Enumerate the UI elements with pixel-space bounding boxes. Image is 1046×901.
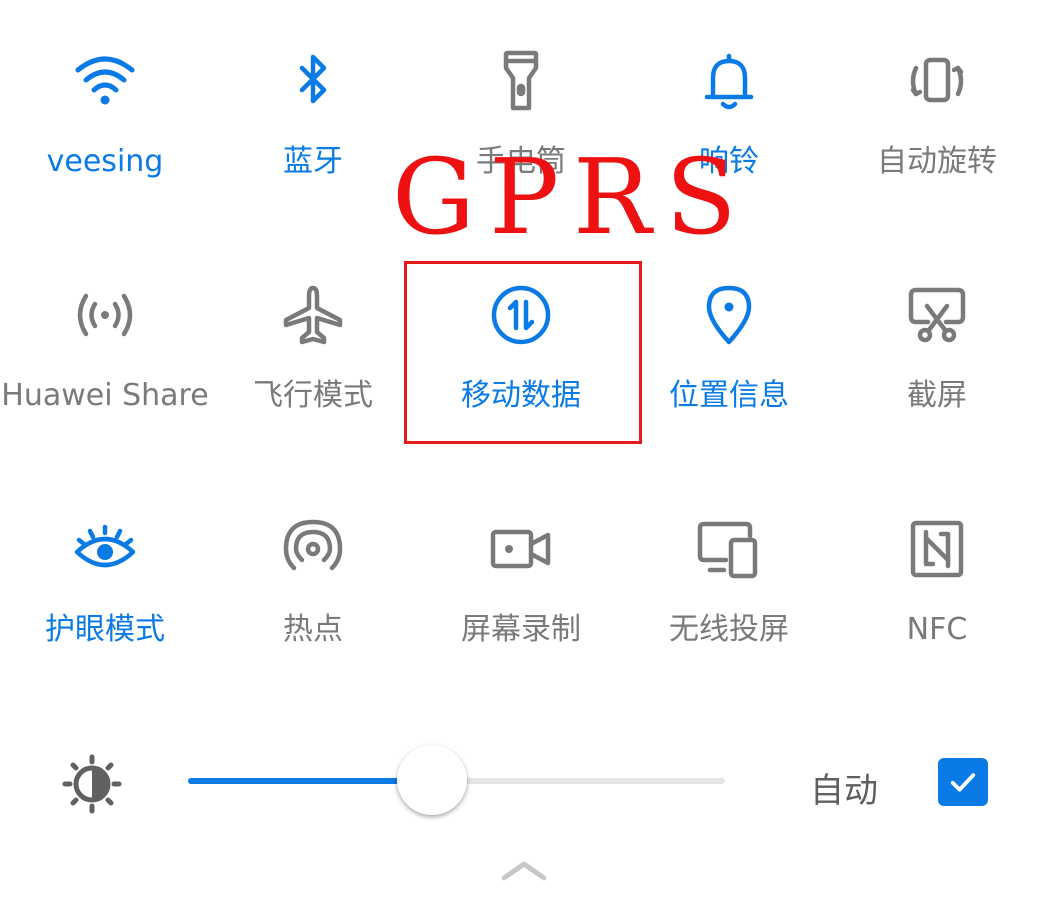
screen-record-icon	[486, 514, 556, 584]
wireless-projection-icon	[694, 514, 764, 584]
huawei-share-icon	[70, 280, 140, 350]
tile-label: 自动旋转	[877, 144, 997, 179]
tile-location[interactable]: 位置信息	[625, 280, 833, 460]
checkmark-icon	[950, 773, 976, 792]
nfc-icon	[902, 514, 972, 584]
tile-label: 护眼模式	[45, 612, 165, 647]
auto-brightness-label: 自动	[810, 771, 878, 811]
auto-brightness-checkbox[interactable]	[938, 758, 988, 806]
tile-label: 热点	[283, 612, 343, 647]
tile-label: 飞行模式	[253, 378, 373, 413]
bell-icon	[694, 46, 764, 116]
highlight-box	[404, 261, 642, 444]
airplane-icon	[278, 280, 348, 350]
tile-label: 屏幕录制	[461, 612, 581, 647]
flashlight-icon	[486, 46, 556, 116]
gprs-annotation: GPRS	[392, 136, 751, 258]
tile-auto-rotate[interactable]: 自动旋转	[833, 46, 1041, 226]
tile-label: veesing	[46, 144, 164, 179]
auto-rotate-icon	[902, 46, 972, 116]
tile-label: 蓝牙	[283, 144, 343, 179]
tile-label: 位置信息	[669, 378, 789, 413]
tile-huawei-share[interactable]: Huawei Share	[1, 280, 209, 460]
brightness-slider-thumb[interactable]	[397, 745, 468, 815]
brightness-slider-fill	[188, 778, 433, 784]
tile-wifi[interactable]: veesing	[1, 46, 209, 226]
wifi-icon	[70, 46, 140, 116]
tile-label: NFC	[906, 612, 968, 647]
location-icon	[694, 280, 764, 350]
tile-wireless-projection[interactable]: 无线投屏	[625, 514, 833, 694]
eye-icon	[70, 514, 140, 584]
tile-label: Huawei Share	[1, 378, 209, 413]
tile-airplane[interactable]: 飞行模式	[209, 280, 417, 460]
brightness-slider[interactable]	[188, 745, 725, 815]
chevron-up-icon[interactable]	[500, 858, 548, 882]
tile-bluetooth[interactable]: 蓝牙	[209, 46, 417, 226]
brightness-icon	[60, 752, 124, 816]
tile-hotspot[interactable]: 热点	[209, 514, 417, 694]
bluetooth-icon	[278, 46, 348, 116]
screenshot-icon	[902, 280, 972, 350]
hotspot-icon	[278, 514, 348, 584]
tile-label: 截屏	[907, 378, 967, 413]
tile-screen-record[interactable]: 屏幕录制	[417, 514, 625, 694]
tile-label: 无线投屏	[669, 612, 789, 647]
tile-eye-comfort[interactable]: 护眼模式	[1, 514, 209, 694]
tile-screenshot[interactable]: 截屏	[833, 280, 1041, 460]
tile-nfc[interactable]: NFC	[833, 514, 1041, 694]
